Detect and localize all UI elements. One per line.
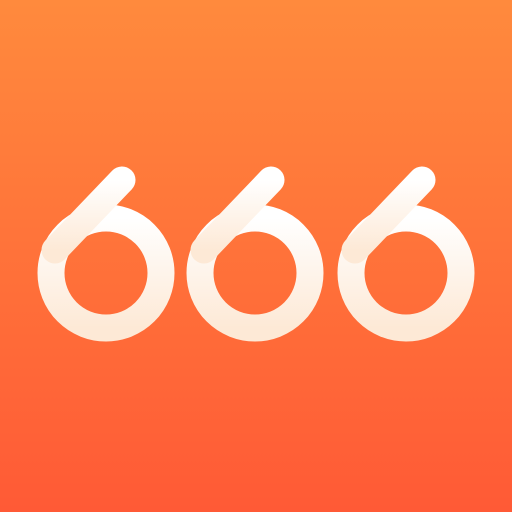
icon-background [0, 0, 512, 512]
app-icon-canvas [0, 0, 512, 512]
app-icon[interactable]: 666 [0, 0, 512, 512]
